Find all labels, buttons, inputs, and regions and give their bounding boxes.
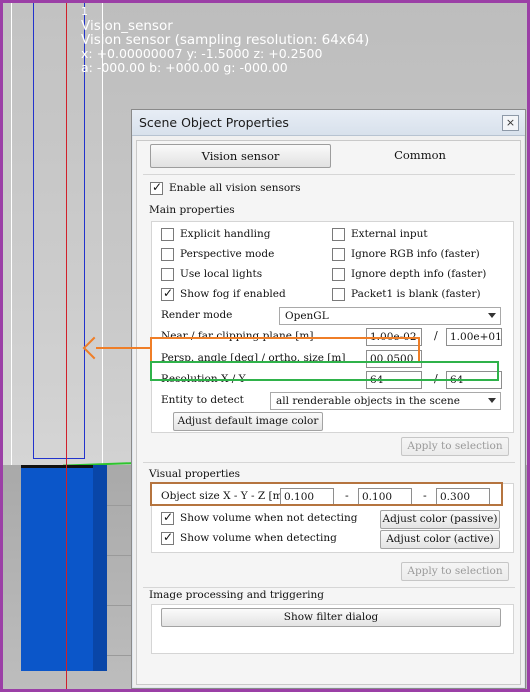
show-filter-dialog-button[interactable]: Show filter dialog (161, 608, 501, 627)
enable-all-checkbox[interactable] (150, 180, 163, 195)
tab-common[interactable]: Common (335, 144, 505, 168)
perspective-mode-label: Perspective mode (180, 248, 275, 260)
overlay-object-type: Vision sensor (sampling resolution: 64x6… (81, 32, 370, 48)
ignore-rgb-checkbox[interactable] (332, 248, 345, 261)
explicit-handling-checkbox[interactable] (161, 228, 174, 241)
chevron-down-icon (488, 313, 496, 318)
x-axis-line (66, 3, 67, 689)
packet1-blank-checkbox[interactable] (332, 288, 345, 301)
image-processing-group: Show filter dialog (151, 604, 514, 654)
overlay-position: x: +0.00000007 y: -1.5000 z: +0.2500 (81, 46, 323, 61)
tab-vision-sensor[interactable]: Vision sensor (150, 144, 331, 168)
apply-to-selection-button-1[interactable]: Apply to selection (401, 437, 509, 456)
packet1-blank-label: Packet1 is blank (faster) (351, 288, 481, 300)
render-mode-value: OpenGL (285, 310, 329, 322)
entity-to-detect-label: Entity to detect (161, 394, 244, 406)
overlay-orientation: a: -000.00 b: +000.00 g: -000.00 (81, 60, 288, 75)
ignore-depth-label: Ignore depth info (faster) (351, 268, 487, 280)
sensor-frustum-inner (33, 3, 85, 459)
show-volume-not-detecting-checkbox[interactable] (161, 510, 174, 525)
entity-to-detect-value: all renderable objects in the scene (276, 395, 460, 407)
adjust-image-color-button[interactable]: Adjust default image color (173, 412, 323, 431)
vision-sensor-shade (93, 465, 107, 671)
object-size-highlight (150, 482, 503, 506)
ignore-rgb-label: Ignore RGB info (faster) (351, 248, 480, 260)
perspective-mode-checkbox[interactable] (161, 248, 174, 261)
dialog-titlebar[interactable]: Scene Object Properties × (132, 110, 525, 136)
show-volume-not-detecting-label: Show volume when not detecting (180, 512, 358, 524)
use-local-lights-checkbox[interactable] (161, 268, 174, 281)
adjust-color-active-button[interactable]: Adjust color (active) (380, 530, 500, 549)
dialog-content: Vision sensor Common Enable all vision s… (136, 140, 521, 685)
main-properties-header: Main properties (149, 204, 235, 216)
show-fog-label: Show fog if enabled (180, 288, 286, 300)
overlay-index: 1 (81, 5, 88, 18)
show-volume-detecting-checkbox[interactable] (161, 530, 174, 545)
use-local-lights-label: Use local lights (180, 268, 263, 280)
clip-separator: / (434, 329, 438, 342)
render-mode-select[interactable]: OpenGL (279, 307, 501, 325)
enable-all-label: Enable all vision sensors (169, 182, 301, 194)
visual-properties-header: Visual properties (149, 468, 241, 480)
entity-to-detect-select[interactable]: all renderable objects in the scene (270, 392, 501, 410)
clip-far-input[interactable]: 1.00e+01 (446, 328, 502, 346)
external-input-label: External input (351, 228, 428, 240)
main-properties-group: Explicit handling Perspective mode Use l… (151, 221, 514, 433)
image-processing-header: Image processing and triggering (149, 589, 324, 601)
resolution-highlight (150, 361, 499, 381)
chevron-down-icon (488, 398, 496, 403)
close-icon[interactable]: × (502, 115, 519, 131)
external-input-checkbox[interactable] (332, 228, 345, 241)
explicit-handling-label: Explicit handling (180, 228, 271, 240)
object-info-overlay: 1 Vision_sensor Vision sensor (sampling … (81, 5, 369, 75)
render-mode-label: Render mode (161, 309, 233, 321)
apply-to-selection-button-2[interactable]: Apply to selection (401, 562, 509, 581)
dialog-title: Scene Object Properties (139, 115, 289, 130)
ignore-depth-checkbox[interactable] (332, 268, 345, 281)
adjust-color-passive-button[interactable]: Adjust color (passive) (380, 510, 500, 529)
scene-object-properties-dialog: Scene Object Properties × Vision sensor … (131, 109, 526, 689)
show-fog-checkbox[interactable] (161, 286, 174, 301)
overlay-object-name: Vision_sensor (81, 18, 173, 34)
show-volume-detecting-label: Show volume when detecting (180, 532, 337, 544)
persp-angle-highlight (150, 337, 420, 363)
